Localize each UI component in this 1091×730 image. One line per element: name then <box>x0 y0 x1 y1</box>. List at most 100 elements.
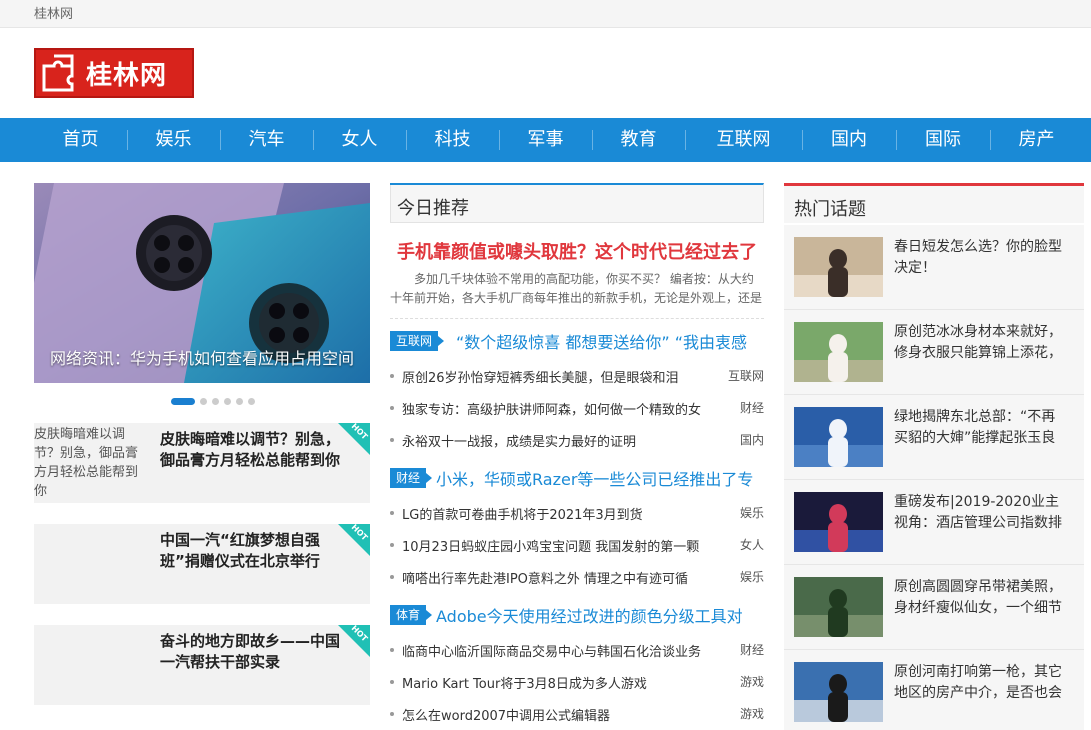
list-item-category[interactable]: 女人 <box>740 536 764 553</box>
list-item[interactable]: 嘀嗒出行率先赴港IPO意料之外 情理之中有迹可循 娱乐 <box>390 566 764 588</box>
category-tag[interactable]: 体育 <box>390 605 433 625</box>
topic-title[interactable]: 原创高圆圆穿吊带裙美照，身材纤瘦似仙女，一个细节 <box>894 577 1069 619</box>
hot-topic-item[interactable]: 重磅发布|2019-2020业主视角：酒店管理公司指数排行 <box>784 480 1084 565</box>
topic-thumbnail[interactable] <box>794 322 883 382</box>
nav-item[interactable]: 汽车 <box>220 118 313 162</box>
section-title: 今日推荐 <box>397 198 469 219</box>
section-title: 热门话题 <box>794 199 866 220</box>
list-item[interactable]: 怎么在word2007中调用公式编辑器 游戏 <box>390 703 764 725</box>
list-item-category[interactable]: 娱乐 <box>740 504 764 521</box>
list-item-title[interactable]: 怎么在word2007中调用公式编辑器 <box>402 705 722 724</box>
card-thumb <box>34 524 150 604</box>
list-item[interactable]: 原创26岁孙怡穿短裤秀细长美腿，但是眼袋和泪 互联网 <box>390 365 764 387</box>
headline-link[interactable]: 手机靠颜值或噱头取胜？这个时代已经过去了 <box>397 238 767 264</box>
header-accent-bar <box>390 183 476 185</box>
list-item[interactable]: 临商中心临沂国际商品交易中心与韩国石化洽谈业务 财经 <box>390 639 764 661</box>
hot-topic-item[interactable]: 原创高圆圆穿吊带裙美照，身材纤瘦似仙女，一个细节 <box>784 565 1084 650</box>
slider-caption[interactable]: 网络资讯：华为手机如何查看应用占用空间 <box>50 345 354 369</box>
topic-thumbnail[interactable] <box>794 237 883 297</box>
nav-item[interactable]: 房产 <box>990 118 1083 162</box>
topic-thumbnail[interactable] <box>794 492 883 552</box>
site-name[interactable]: 桂林网 <box>34 3 73 22</box>
logo-text: 桂林网 <box>86 60 168 91</box>
bullet-icon <box>390 543 394 547</box>
slider-dot[interactable] <box>200 397 207 405</box>
category-tag[interactable]: 财经 <box>390 468 433 488</box>
today-recommend-header: 今日推荐 <box>390 183 764 223</box>
nav-item[interactable]: 国内 <box>802 118 896 162</box>
hot-topic-item[interactable]: 春日短发怎么选？你的脸型决定！ <box>784 225 1084 310</box>
slider-dot[interactable] <box>224 397 231 405</box>
topic-title[interactable]: 春日短发怎么选？你的脸型决定！ <box>894 237 1069 279</box>
hot-card[interactable]: 中国一汽“红旗梦想自强班”捐赠仪式在北京举行 HOT <box>34 523 370 604</box>
category-lead-link[interactable]: Adobe今天使用经过改进的颜色分级工具对 <box>436 603 764 627</box>
bullet-icon <box>390 511 394 515</box>
list-item-title[interactable]: 临商中心临沂国际商品交易中心与韩国石化洽谈业务 <box>402 641 722 660</box>
bullet-icon <box>390 374 394 378</box>
card-title[interactable]: 奋斗的地方即故乡——中国一汽帮扶干部实录 <box>160 631 350 673</box>
slider-dot[interactable] <box>248 397 255 405</box>
card-title[interactable]: 皮肤晦暗难以调节？别急，御品膏方月轻松总能帮到你 <box>160 429 350 471</box>
list-item-category[interactable]: 财经 <box>740 641 764 658</box>
list-item[interactable]: 独家专访：高级护肤讲师阿森，如何做一个精致的女 财经 <box>390 397 764 419</box>
nav-item[interactable]: 教育 <box>592 118 685 162</box>
list-item-category[interactable]: 游戏 <box>740 705 764 722</box>
headline-summary: 多加几千块体验不常用的高配功能，你买不买？ 编者按：从大约十年前开始，各大手机厂… <box>390 272 763 305</box>
card-thumb <box>34 625 150 705</box>
topic-title[interactable]: 重磅发布|2019-2020业主视角：酒店管理公司指数排行 <box>894 492 1069 534</box>
bullet-icon <box>390 648 394 652</box>
nav-item[interactable]: 互联网 <box>685 118 802 162</box>
list-item-category[interactable]: 国内 <box>740 431 764 448</box>
list-item-title[interactable]: 永裕双十一战报，成绩是实力最好的证明 <box>402 431 722 450</box>
hot-topic-item[interactable]: 原创范冰冰身材本来就好，修身衣服只能算锦上添花， <box>784 310 1084 395</box>
topic-title[interactable]: 绿地揭牌东北总部：“不再买貂的大婶”能撑起张玉良的 <box>894 407 1069 449</box>
slider-dot[interactable] <box>236 397 243 405</box>
puzzle-logo-icon <box>42 54 74 92</box>
bullet-icon <box>390 680 394 684</box>
topic-thumbnail[interactable] <box>794 407 883 467</box>
slider-dot[interactable] <box>212 397 219 405</box>
topic-thumbnail[interactable] <box>794 577 883 637</box>
topic-thumbnail[interactable] <box>794 662 883 722</box>
list-item-title[interactable]: LG的首款可卷曲手机将于2021年3月到货 <box>402 504 722 523</box>
nav-item[interactable]: 女人 <box>313 118 406 162</box>
featured-slider[interactable]: 网络资讯：华为手机如何查看应用占用空间 <box>34 183 370 383</box>
list-item-category[interactable]: 财经 <box>740 399 764 416</box>
list-item[interactable]: Mario Kart Tour将于3月8日成为多人游戏 游戏 <box>390 671 764 693</box>
list-item-category[interactable]: 互联网 <box>728 367 764 384</box>
card-title[interactable]: 中国一汽“红旗梦想自强班”捐赠仪式在北京举行 <box>160 530 350 572</box>
list-item-title[interactable]: Mario Kart Tour将于3月8日成为多人游戏 <box>402 673 722 692</box>
card-thumb-broken-image: 皮肤晦暗难以调节？别急，御品膏方月轻松总能帮到你 <box>34 423 150 503</box>
list-item[interactable]: 10月23日蚂蚁庄园小鸡宝宝问题 我国发射的第一颗 女人 <box>390 534 764 556</box>
category-tag[interactable]: 互联网 <box>390 331 445 351</box>
hot-card[interactable]: 皮肤晦暗难以调节？别急，御品膏方月轻松总能帮到你 皮肤晦暗难以调节？别急，御品膏… <box>34 422 370 503</box>
list-item-title[interactable]: 10月23日蚂蚁庄园小鸡宝宝问题 我国发射的第一颗 <box>402 536 722 555</box>
hot-topics-header: 热门话题 <box>784 183 1084 223</box>
hot-card[interactable]: 奋斗的地方即故乡——中国一汽帮扶干部实录 HOT <box>34 624 370 705</box>
nav-item[interactable]: 娱乐 <box>127 118 220 162</box>
category-section-header: 互联网 “数个超级惊喜 都想要送给你” “我由衷感 <box>390 330 764 352</box>
bullet-icon <box>390 438 394 442</box>
nav-item[interactable]: 首页 <box>34 118 127 162</box>
site-logo[interactable]: 桂林网 <box>34 48 194 98</box>
list-item-title[interactable]: 独家专访：高级护肤讲师阿森，如何做一个精致的女 <box>402 399 722 418</box>
nav-item[interactable]: 军事 <box>499 118 592 162</box>
bullet-icon <box>390 712 394 716</box>
bullet-icon <box>390 406 394 410</box>
list-item[interactable]: 永裕双十一战报，成绩是实力最好的证明 国内 <box>390 429 764 451</box>
list-item-title[interactable]: 原创26岁孙怡穿短裤秀细长美腿，但是眼袋和泪 <box>402 367 722 386</box>
nav-item[interactable]: 科技 <box>406 118 499 162</box>
list-item-category[interactable]: 娱乐 <box>740 568 764 585</box>
nav-item[interactable]: 国际 <box>896 118 990 162</box>
topic-title[interactable]: 原创范冰冰身材本来就好，修身衣服只能算锦上添花， <box>894 322 1069 364</box>
list-item-category[interactable]: 游戏 <box>740 673 764 690</box>
category-lead-link[interactable]: “数个超级惊喜 都想要送给你” “我由衷感 <box>456 329 784 353</box>
list-item-title[interactable]: 嘀嗒出行率先赴港IPO意料之外 情理之中有迹可循 <box>402 568 722 587</box>
slider-dot[interactable] <box>171 397 195 405</box>
list-item[interactable]: LG的首款可卷曲手机将于2021年3月到货 娱乐 <box>390 502 764 524</box>
hot-topic-item[interactable]: 原创河南打响第一枪，其它地区的房产中介，是否也会 <box>784 650 1084 730</box>
thumb-alt-text: 皮肤晦暗难以调节？别急，御品膏方月轻松总能帮到你 <box>34 427 139 499</box>
category-lead-link[interactable]: 小米，华硕或Razer等一些公司已经推出了专 <box>436 466 764 490</box>
topic-title[interactable]: 原创河南打响第一枪，其它地区的房产中介，是否也会 <box>894 662 1069 704</box>
hot-topic-item[interactable]: 绿地揭牌东北总部：“不再买貂的大婶”能撑起张玉良的 <box>784 395 1084 480</box>
